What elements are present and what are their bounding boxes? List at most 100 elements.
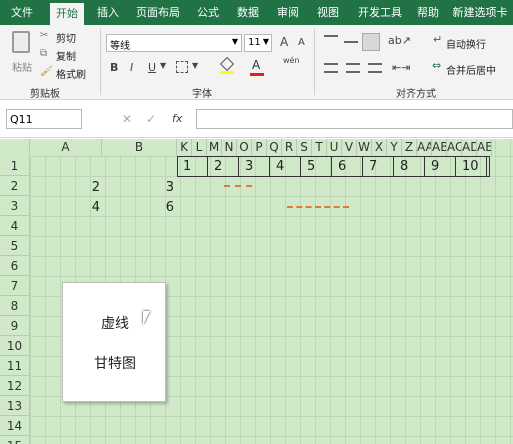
tab-page-layout[interactable]: 页面布局 <box>131 0 185 25</box>
bold-button[interactable]: B <box>110 61 118 74</box>
underline-button[interactable]: U <box>148 61 156 74</box>
row-header[interactable]: 11 <box>0 356 30 376</box>
column-header-r[interactable]: R <box>282 139 297 156</box>
align-left-icon[interactable] <box>324 63 338 73</box>
italic-button[interactable]: I <box>130 61 133 74</box>
chevron-down-icon[interactable]: ▼ <box>160 61 166 70</box>
align-center-icon[interactable] <box>346 63 360 73</box>
brush-icon: 🖌 <box>40 66 53 77</box>
tab-data[interactable]: 数据 <box>232 0 264 25</box>
indent-icon[interactable]: ⇤⇥ <box>392 61 410 74</box>
timeline-cell[interactable]: 5 <box>301 156 332 177</box>
tab-file[interactable]: 文件 <box>4 0 40 25</box>
tab-new[interactable]: 新建选项卡 <box>450 0 510 25</box>
tab-home[interactable]: 开始 <box>50 3 84 25</box>
timeline-cell[interactable]: 8 <box>394 156 425 177</box>
column-header-n[interactable]: N <box>222 139 237 156</box>
column-header-w[interactable]: W <box>357 139 372 156</box>
column-header-aa[interactable]: AA <box>417 139 432 156</box>
copy-button[interactable]: 复制 <box>56 48 76 63</box>
timeline-cell[interactable]: 7 <box>363 156 394 177</box>
timeline-cell[interactable]: 9 <box>425 156 456 177</box>
increase-font-button[interactable]: A <box>280 35 288 49</box>
align-top-icon[interactable] <box>324 35 338 47</box>
column-header-a[interactable]: A <box>30 139 102 156</box>
font-name-select[interactable]: 等线 ▼ <box>106 34 242 52</box>
insert-function-button[interactable]: fx <box>172 112 182 125</box>
row-header[interactable]: 8 <box>0 296 30 316</box>
cell-b3[interactable]: 6 <box>102 198 174 218</box>
format-painter-button[interactable]: 格式刷 <box>56 66 86 81</box>
wen-icon[interactable]: wén <box>283 56 300 65</box>
column-header-q[interactable]: Q <box>267 139 282 156</box>
timeline-cell[interactable]: 4 <box>270 156 301 177</box>
font-size-select[interactable]: 11 ▼ <box>244 34 272 52</box>
tab-formulas[interactable]: 公式 <box>192 0 224 25</box>
decrease-font-button[interactable]: A <box>298 37 305 48</box>
column-header-m[interactable]: M <box>207 139 222 156</box>
merge-center-button[interactable]: 合并后居中 <box>446 62 496 77</box>
align-middle-icon[interactable] <box>344 41 358 43</box>
name-box[interactable]: Q11 <box>6 109 82 129</box>
column-header-ae[interactable]: AE <box>477 139 492 156</box>
select-all-corner[interactable] <box>0 139 30 156</box>
column-header-v[interactable]: V <box>342 139 357 156</box>
row-header[interactable]: 14 <box>0 416 30 436</box>
column-header-ad[interactable]: AD <box>462 139 477 156</box>
tab-review[interactable]: 审阅 <box>272 0 304 25</box>
timeline-cell[interactable]: 6 <box>332 156 363 177</box>
row-header[interactable]: 12 <box>0 376 30 396</box>
wrap-text-button[interactable]: 自动换行 <box>446 36 486 51</box>
menu-item-dashed-line[interactable]: 虚线 <box>63 313 167 333</box>
row-header[interactable]: 10 <box>0 336 30 356</box>
fill-color-icon[interactable] <box>219 56 235 74</box>
row-header[interactable]: 15 <box>0 436 30 444</box>
tab-help[interactable]: 帮助 <box>412 0 444 25</box>
cut-button[interactable]: 剪切 <box>56 30 76 45</box>
row-header[interactable]: 4 <box>0 216 30 236</box>
column-header-x[interactable]: X <box>372 139 387 156</box>
tab-developer[interactable]: 开发工具 <box>353 0 407 25</box>
column-header-ac[interactable]: AC <box>447 139 462 156</box>
formula-input[interactable] <box>196 109 513 129</box>
timeline-cell[interactable]: 10 <box>456 156 487 177</box>
tab-view[interactable]: 视图 <box>312 0 344 25</box>
column-header-o[interactable]: O <box>237 139 252 156</box>
column-header-p[interactable]: P <box>252 139 267 156</box>
column-header-u[interactable]: U <box>327 139 342 156</box>
menu-item-gantt-chart[interactable]: 甘特图 <box>63 353 167 373</box>
row-header[interactable]: 7 <box>0 276 30 296</box>
row-header[interactable]: 5 <box>0 236 30 256</box>
cell-a2[interactable]: 2 <box>30 178 100 198</box>
row-header[interactable]: 9 <box>0 316 30 336</box>
column-header-s[interactable]: S <box>297 139 312 156</box>
row-header[interactable]: 1 <box>0 156 30 176</box>
row-header[interactable]: 3 <box>0 196 30 216</box>
cell-a3[interactable]: 4 <box>30 198 100 218</box>
column-header-y[interactable]: Y <box>387 139 402 156</box>
column-header-z[interactable]: Z <box>402 139 417 156</box>
align-right-icon[interactable] <box>368 63 382 73</box>
timeline-cell[interactable]: 3 <box>239 156 270 177</box>
timeline-cell[interactable]: 1 <box>177 156 208 177</box>
column-header-t[interactable]: T <box>312 139 327 156</box>
tab-insert[interactable]: 插入 <box>92 0 124 25</box>
row-header[interactable]: 6 <box>0 256 30 276</box>
column-header-b[interactable]: B <box>102 139 177 156</box>
cell-b2[interactable]: 3 <box>102 178 174 198</box>
column-header-l[interactable]: L <box>192 139 207 156</box>
border-icon[interactable] <box>176 61 188 73</box>
align-bottom-icon[interactable] <box>362 33 380 51</box>
chevron-down-icon[interactable]: ▼ <box>192 61 198 70</box>
orientation-icon[interactable]: ab↗ <box>388 34 411 47</box>
cancel-icon[interactable]: ✕ <box>122 112 132 126</box>
font-color-button[interactable]: A <box>252 58 260 72</box>
check-icon[interactable]: ✓ <box>146 112 156 126</box>
paste-button[interactable]: 粘贴 <box>6 29 36 81</box>
row-header[interactable]: 13 <box>0 396 30 416</box>
column-header-k[interactable]: K <box>177 139 192 156</box>
row-header[interactable]: 2 <box>0 176 30 196</box>
column-header-ab[interactable]: AB <box>432 139 447 156</box>
context-popup: 虚线 甘特图 <box>62 282 166 402</box>
timeline-cell[interactable]: 2 <box>208 156 239 177</box>
